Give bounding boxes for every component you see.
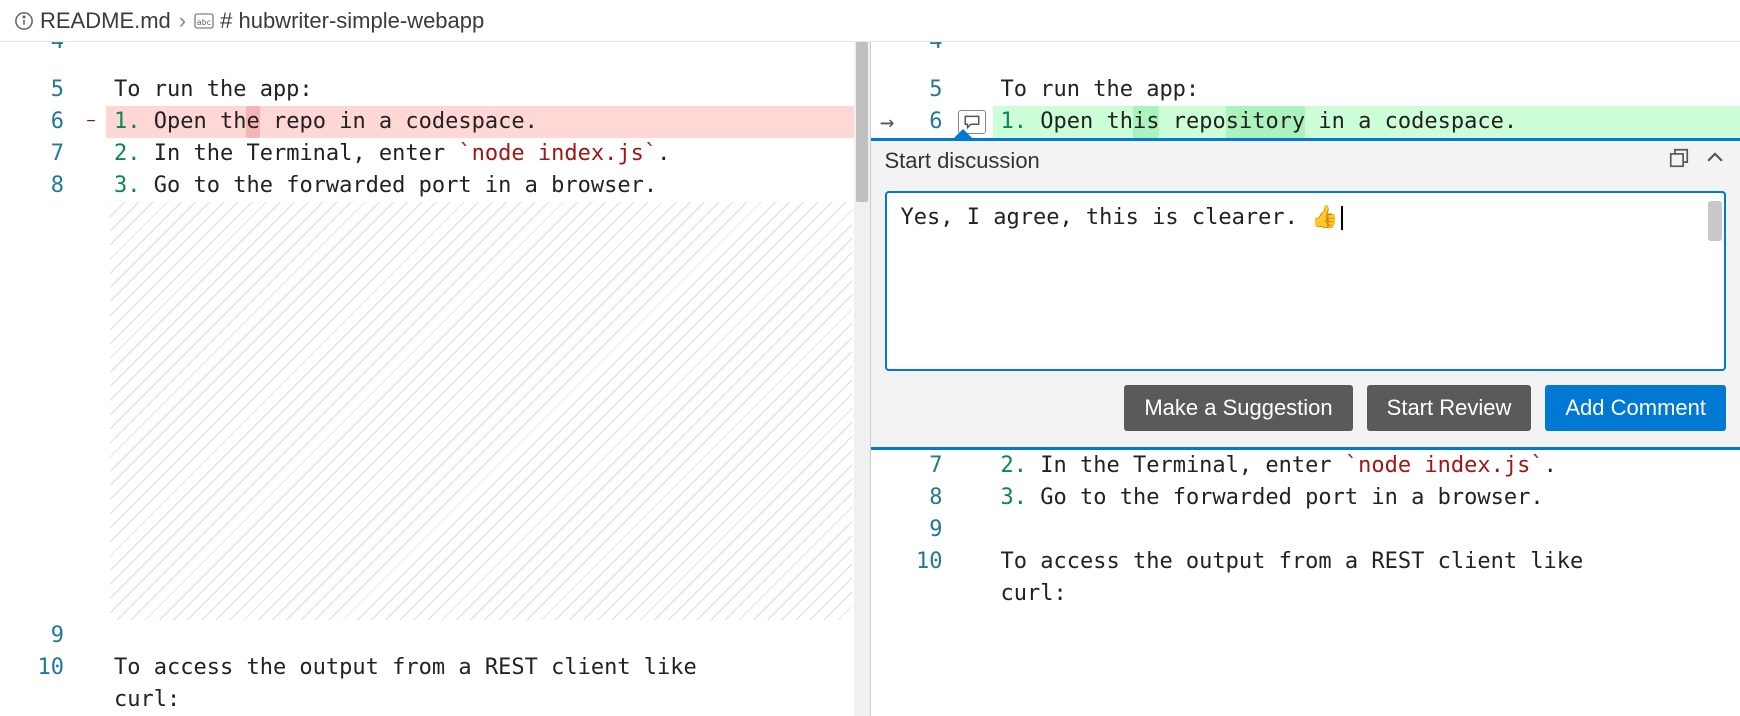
comment-glyph <box>955 578 989 610</box>
code-line[interactable]: →6 1. Open this repository in a codespace… <box>871 106 1740 138</box>
line-number: 10 <box>0 652 76 684</box>
code-line[interactable]: curl: <box>871 578 1740 610</box>
diff-left-pane: 4 5 To run the app: 6 1. Open the repo in a … <box>0 42 871 716</box>
restore-icon[interactable] <box>1668 147 1690 175</box>
gutter-marker <box>76 684 106 716</box>
code-content: curl: <box>993 578 1740 610</box>
line-number: 9 <box>907 514 955 546</box>
code-line[interactable]: 6 1. Open the repo in a codespace. <box>0 106 870 138</box>
code-content <box>993 514 1740 546</box>
code-line[interactable]: 5 To run the app: <box>0 74 870 106</box>
code-content: To run the app: <box>993 74 1740 106</box>
line-number: 8 <box>907 482 955 514</box>
comment-text: Yes, I agree, this is clearer. 👍 <box>901 205 1339 230</box>
gutter-marker <box>76 74 106 106</box>
discussion-panel: Start discussion Yes, I agree, this is c… <box>871 138 1740 450</box>
code-line[interactable]: 4 <box>871 42 1740 74</box>
code-content: 1. Open the repo in a codespace. <box>106 106 870 138</box>
inline-arrow-icon <box>871 514 907 546</box>
code-line[interactable]: 10 To access the output from a REST clien… <box>871 546 1740 578</box>
code-content: 2. In the Terminal, enter `node index.js… <box>106 138 870 170</box>
line-number: 5 <box>907 74 955 106</box>
code-line[interactable]: 5 To run the app: <box>871 74 1740 106</box>
line-number: 7 <box>0 138 76 170</box>
code-line[interactable]: 7 2. In the Terminal, enter `node index.j… <box>871 450 1740 482</box>
code-content: To run the app: <box>106 74 870 106</box>
code-content: curl: <box>106 684 870 716</box>
code-content: To access the output from a REST client … <box>993 546 1740 578</box>
discussion-arrow-icon <box>951 129 975 141</box>
make-suggestion-button[interactable]: Make a Suggestion <box>1124 385 1352 431</box>
symbol-string-icon: abc <box>194 13 214 29</box>
inline-arrow-icon <box>871 42 907 58</box>
discussion-title: Start discussion <box>885 148 1040 174</box>
comment-glyph <box>955 514 989 546</box>
inline-arrow-icon: → <box>871 106 907 138</box>
line-number <box>0 684 76 716</box>
code-content <box>106 620 870 652</box>
code-line[interactable]: 8 3. Go to the forwarded port in a browse… <box>871 482 1740 514</box>
breadcrumb-section-label: # hubwriter-simple-webapp <box>220 8 484 34</box>
code-line[interactable]: curl: <box>0 684 870 716</box>
line-number <box>907 578 955 610</box>
breadcrumb: README.md › abc # hubwriter-simple-webap… <box>0 0 1740 42</box>
line-number: 5 <box>0 74 76 106</box>
comment-glyph <box>955 42 989 74</box>
gutter-marker <box>76 42 106 74</box>
textarea-scrollbar[interactable] <box>1708 201 1722 361</box>
comment-glyph <box>955 450 989 482</box>
add-comment-button[interactable]: Add Comment <box>1545 385 1726 431</box>
line-number: 6 <box>0 106 76 138</box>
comment-glyph <box>955 482 989 514</box>
diff-filler <box>0 202 870 620</box>
line-number: 4 <box>907 42 955 58</box>
line-number: 7 <box>907 450 955 482</box>
gutter-marker <box>76 138 106 170</box>
code-content: 1. Open this repository in a codespace. <box>993 106 1740 138</box>
gutter-marker <box>76 620 106 652</box>
inline-arrow-icon <box>871 578 907 610</box>
code-line[interactable]: 4 <box>0 42 870 74</box>
inline-arrow-icon <box>871 74 907 106</box>
scrollbar[interactable] <box>854 42 870 716</box>
code-line[interactable]: 9 <box>0 620 870 652</box>
comment-icon <box>963 114 981 130</box>
line-number: 4 <box>0 42 76 58</box>
gutter-marker <box>76 170 106 202</box>
code-line[interactable]: 9 <box>871 514 1740 546</box>
svg-text:abc: abc <box>197 18 212 27</box>
breadcrumb-file[interactable]: README.md <box>14 8 171 34</box>
inline-arrow-icon <box>871 450 907 482</box>
code-content: 2. In the Terminal, enter `node index.js… <box>993 450 1740 482</box>
code-content: 3. Go to the forwarded port in a browser… <box>993 482 1740 514</box>
breadcrumb-separator: › <box>179 8 186 34</box>
code-line[interactable]: 10 To access the output from a REST clien… <box>0 652 870 684</box>
code-content <box>106 42 870 58</box>
gutter-marker <box>76 652 106 684</box>
diff-right-pane: 4 5 To run the app: →6 1. Open this reposito… <box>871 42 1740 716</box>
comment-glyph <box>955 546 989 578</box>
line-number: 10 <box>907 546 955 578</box>
code-line[interactable]: 7 2. In the Terminal, enter `node index.j… <box>0 138 870 170</box>
comment-glyph <box>955 74 989 106</box>
inline-arrow-icon <box>871 482 907 514</box>
line-number: 6 <box>907 106 955 138</box>
collapse-icon[interactable] <box>1704 147 1726 175</box>
info-icon <box>14 11 34 31</box>
code-line[interactable]: 8 3. Go to the forwarded port in a browse… <box>0 170 870 202</box>
comment-input[interactable]: Yes, I agree, this is clearer. 👍 <box>885 191 1727 371</box>
code-content: To access the output from a REST client … <box>106 652 870 684</box>
start-review-button[interactable]: Start Review <box>1367 385 1532 431</box>
inline-arrow-icon <box>871 546 907 578</box>
breadcrumb-section[interactable]: abc # hubwriter-simple-webapp <box>194 8 484 34</box>
gutter-marker <box>76 106 106 138</box>
code-content: 3. Go to the forwarded port in a browser… <box>106 170 870 202</box>
code-content <box>993 42 1740 58</box>
line-number: 9 <box>0 620 76 652</box>
breadcrumb-file-label: README.md <box>40 8 171 34</box>
line-number: 8 <box>0 170 76 202</box>
